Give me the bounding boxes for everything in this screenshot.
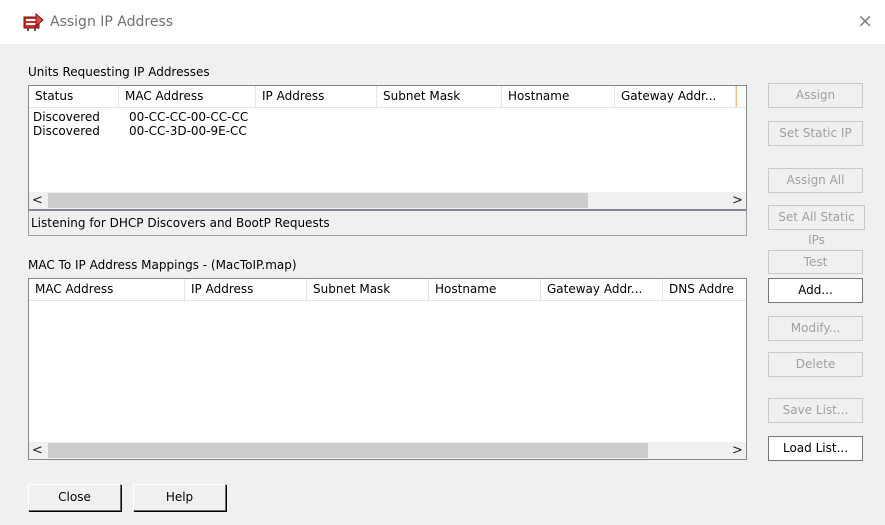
units-section-label: Units Requesting IP Addresses [28, 65, 210, 79]
map-col-gateway[interactable]: Gateway Addr... [541, 279, 663, 300]
row-mac: 00-CC-3D-00-9E-CC [129, 124, 247, 138]
load-list-button[interactable]: Load List... [768, 436, 863, 461]
units-list-header: Status MAC Address IP Address Subnet Mas… [29, 86, 746, 108]
network-adapter-icon [23, 13, 44, 31]
set-static-ip-button[interactable]: Set Static IP [768, 121, 863, 146]
row-mac: 00-CC-CC-00-CC-CC [129, 110, 249, 124]
add-button[interactable]: Add... [768, 278, 863, 303]
help-button[interactable]: Help [133, 484, 226, 511]
units-col-subnet[interactable]: Subnet Mask [377, 86, 502, 107]
scroll-right-arrow-icon[interactable]: > [729, 192, 746, 209]
close-button[interactable]: Close [28, 484, 121, 511]
table-row[interactable]: Discovered 00-CC-CC-00-CC-CC [29, 110, 746, 124]
units-col-mac[interactable]: MAC Address [119, 86, 256, 107]
window-title: Assign IP Address [50, 14, 174, 30]
close-icon[interactable]: × [857, 10, 873, 32]
scroll-left-arrow-icon[interactable]: < [29, 192, 46, 209]
units-col-hostname[interactable]: Hostname [502, 86, 615, 107]
map-col-mac[interactable]: MAC Address [29, 279, 185, 300]
scroll-right-arrow-icon[interactable]: > [729, 442, 746, 459]
modify-button[interactable]: Modify... [768, 316, 863, 341]
title-bar: Assign IP Address × [0, 0, 885, 44]
row-status: Discovered [33, 124, 100, 138]
units-col-ip[interactable]: IP Address [256, 86, 377, 107]
units-horizontal-scrollbar[interactable]: < > [29, 192, 746, 209]
map-col-ip[interactable]: IP Address [185, 279, 307, 300]
test-button[interactable]: Test [768, 250, 863, 274]
units-col-more [736, 86, 746, 107]
delete-button[interactable]: Delete [768, 352, 863, 377]
mappings-horizontal-scrollbar[interactable]: < > [29, 442, 746, 459]
assign-button[interactable]: Assign [768, 83, 863, 108]
mappings-list-header: MAC Address IP Address Subnet Mask Hostn… [29, 279, 746, 301]
save-list-button[interactable]: Save List... [768, 398, 863, 423]
assign-all-button[interactable]: Assign All [768, 168, 863, 193]
map-col-dns[interactable]: DNS Addre [663, 279, 746, 300]
units-col-status[interactable]: Status [29, 86, 119, 107]
row-status: Discovered [33, 110, 100, 124]
table-row[interactable]: Discovered 00-CC-3D-00-9E-CC [29, 124, 746, 138]
mappings-section-label: MAC To IP Address Mappings - (MacToIP.ma… [28, 258, 297, 272]
units-col-gateway[interactable]: Gateway Addr... [615, 86, 736, 107]
map-col-subnet[interactable]: Subnet Mask [307, 279, 429, 300]
set-all-static-ips-button[interactable]: Set All Static IPs [768, 205, 865, 247]
map-col-hostname[interactable]: Hostname [429, 279, 541, 300]
listening-status: Listening for DHCP Discovers and BootP R… [28, 210, 747, 236]
mappings-list[interactable]: MAC Address IP Address Subnet Mask Hostn… [28, 278, 747, 460]
units-list[interactable]: Status MAC Address IP Address Subnet Mas… [28, 85, 747, 210]
scroll-thumb[interactable] [48, 193, 588, 208]
scroll-thumb[interactable] [48, 443, 648, 458]
scroll-left-arrow-icon[interactable]: < [29, 442, 46, 459]
